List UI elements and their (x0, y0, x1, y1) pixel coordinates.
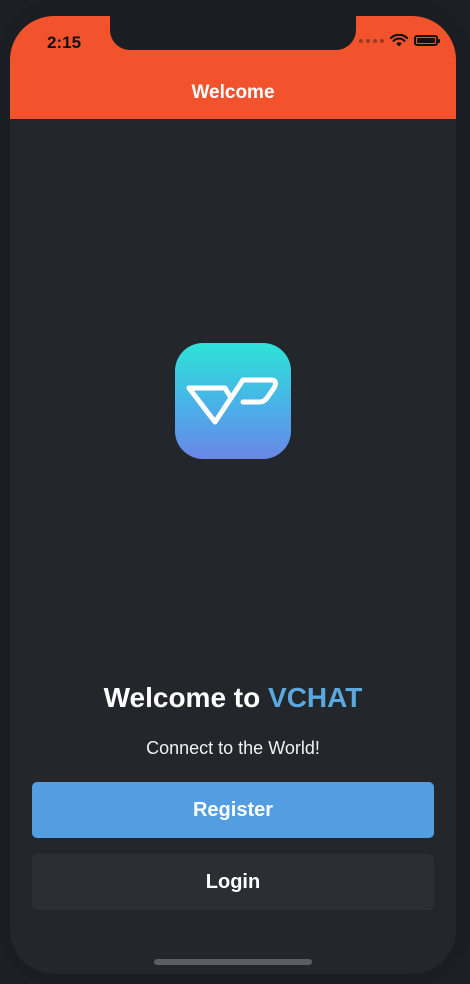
app-screen: 2:15 Welcome Welcome to VCHAT Connect to… (10, 16, 456, 974)
welcome-prefix: Welcome to (103, 682, 261, 713)
status-icons (359, 34, 440, 47)
register-button[interactable]: Register (32, 782, 434, 838)
status-time: 2:15 (47, 33, 82, 52)
navigation-header: 2:15 Welcome (10, 16, 456, 119)
welcome-heading: Welcome to VCHAT (10, 682, 456, 714)
tagline: Connect to the World! (146, 738, 320, 758)
battery-icon (414, 35, 440, 46)
vchat-logo-mark (186, 377, 278, 425)
wifi-icon (390, 34, 408, 47)
brand-name: VCHAT (268, 682, 363, 713)
phone-frame: 2:15 Welcome Welcome to VCHAT Connect to… (0, 0, 470, 984)
login-button[interactable]: Login (32, 854, 434, 910)
login-button-label: Login (205, 870, 261, 893)
page-title: Welcome (191, 82, 275, 103)
register-button-label: Register (192, 798, 274, 821)
device-notch (110, 16, 356, 50)
home-indicator[interactable] (154, 959, 312, 965)
cellular-signal-icon (359, 38, 384, 43)
vchat-logo-icon (175, 343, 291, 459)
